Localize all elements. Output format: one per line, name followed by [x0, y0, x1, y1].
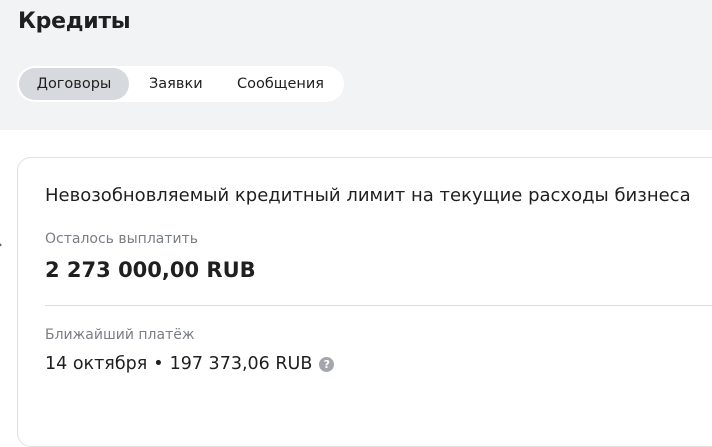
- credit-title: Невозобновляемый кредитный лимит на теку…: [45, 185, 691, 206]
- page-title: Кредиты: [18, 9, 131, 34]
- separator-dot: •: [153, 354, 164, 374]
- chevron-right-icon[interactable]: ›: [0, 239, 2, 250]
- next-payment-date: 14 октября: [45, 354, 148, 374]
- remaining-label: Осталось выплатить: [45, 231, 199, 247]
- header-area: Кредиты Договоры Заявки Сообщения: [0, 0, 712, 130]
- tab-messages[interactable]: Сообщения: [229, 68, 324, 100]
- tab-applications[interactable]: Заявки: [129, 68, 229, 100]
- divider: [45, 305, 712, 306]
- tab-bar: Договоры Заявки Сообщения: [17, 66, 344, 102]
- remaining-amount: 2 273 000,00 RUB: [45, 258, 256, 282]
- next-payment-row: 14 октября • 197 373,06 RUB ?: [45, 352, 335, 376]
- next-payment-label: Ближайший платёж: [45, 327, 195, 343]
- tab-contracts[interactable]: Договоры: [19, 68, 129, 100]
- question-circle-icon[interactable]: ?: [319, 356, 335, 372]
- next-payment-amount: 197 373,06 RUB: [169, 354, 313, 374]
- credit-card[interactable]: Невозобновляемый кредитный лимит на теку…: [17, 157, 712, 447]
